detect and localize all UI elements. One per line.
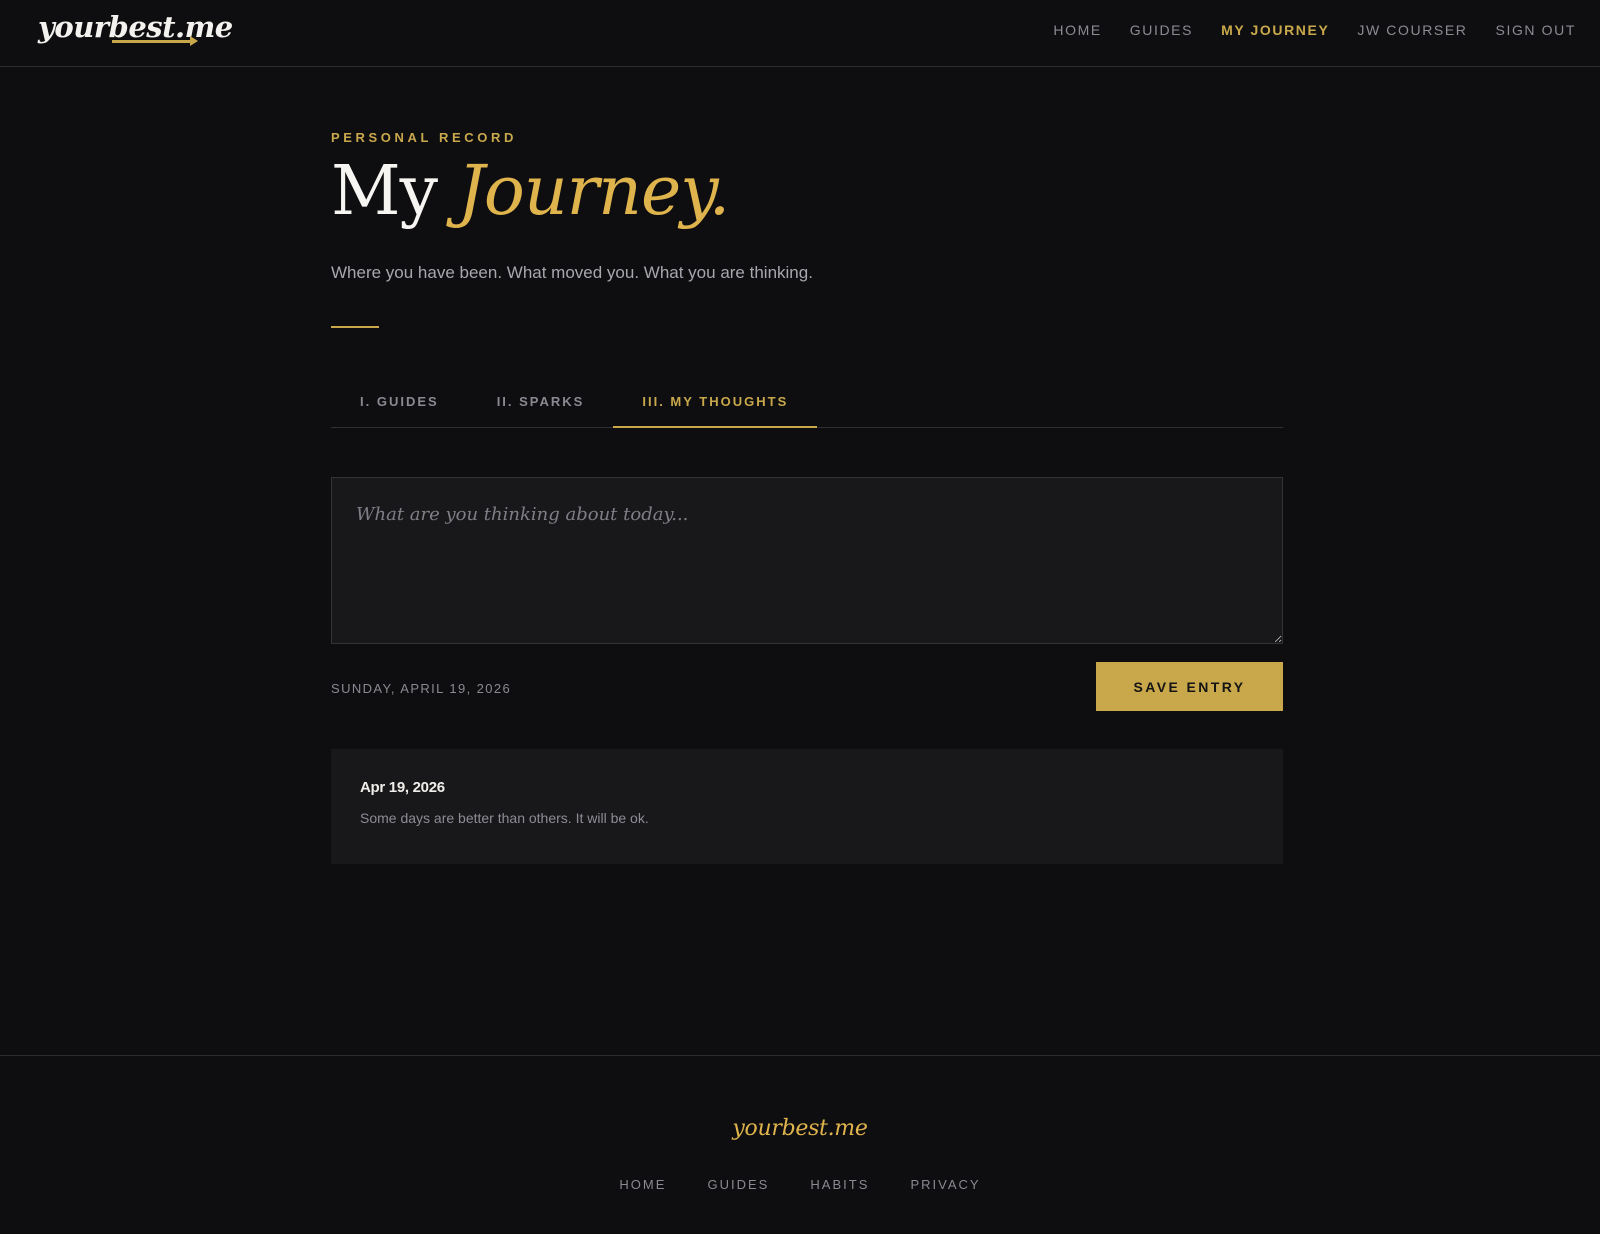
- tab-guides[interactable]: I. GUIDES: [331, 378, 468, 428]
- journal-entry: Apr 19, 2026 Some days are better than o…: [331, 749, 1283, 864]
- page-title: My Journey.: [331, 158, 730, 226]
- nav-my-journey[interactable]: MY JOURNEY: [1221, 22, 1329, 38]
- nav-home[interactable]: HOME: [1053, 22, 1101, 38]
- nav-user-profile[interactable]: JW COURSER: [1357, 22, 1467, 38]
- thought-input[interactable]: [331, 477, 1283, 644]
- logo-arrow-icon: [112, 36, 198, 46]
- entry-text: Some days are better than others. It wil…: [360, 810, 649, 826]
- tab-sparks[interactable]: II. SPARKS: [468, 378, 614, 428]
- footer-link-privacy[interactable]: PRIVACY: [910, 1177, 980, 1192]
- footer-link-guides[interactable]: GUIDES: [707, 1177, 769, 1192]
- page-title-accent: Journey.: [457, 152, 731, 231]
- footer-nav: HOME GUIDES HABITS PRIVACY: [0, 1174, 1600, 1193]
- title-divider: [331, 326, 379, 328]
- page-title-main: My: [331, 152, 438, 231]
- page-eyebrow: PERSONAL RECORD: [331, 130, 517, 145]
- current-date: SUNDAY, APRIL 19, 2026: [331, 681, 512, 696]
- footer-link-habits[interactable]: HABITS: [810, 1177, 869, 1192]
- page-subtitle: Where you have been. What moved you. Wha…: [331, 263, 813, 282]
- nav-sign-out[interactable]: SIGN OUT: [1496, 22, 1576, 38]
- footer-logo[interactable]: yourbest.me: [0, 1116, 1600, 1141]
- entry-date: Apr 19, 2026: [360, 779, 445, 796]
- save-entry-button[interactable]: SAVE ENTRY: [1096, 662, 1283, 711]
- tab-my-thoughts[interactable]: III. MY THOUGHTS: [613, 378, 818, 428]
- nav-guides[interactable]: GUIDES: [1130, 22, 1193, 38]
- footer-link-home[interactable]: HOME: [619, 1177, 666, 1192]
- main-nav: HOME GUIDES MY JOURNEY JW COURSER SIGN O…: [1025, 22, 1576, 38]
- site-logo[interactable]: yourbest.me: [38, 10, 233, 44]
- journey-tabs: I. GUIDES II. SPARKS III. MY THOUGHTS: [331, 378, 1283, 428]
- top-navigation-bar: yourbest.me HOME GUIDES MY JOURNEY JW CO…: [0, 0, 1600, 67]
- site-footer: yourbest.me HOME GUIDES HABITS PRIVACY: [0, 1055, 1600, 1234]
